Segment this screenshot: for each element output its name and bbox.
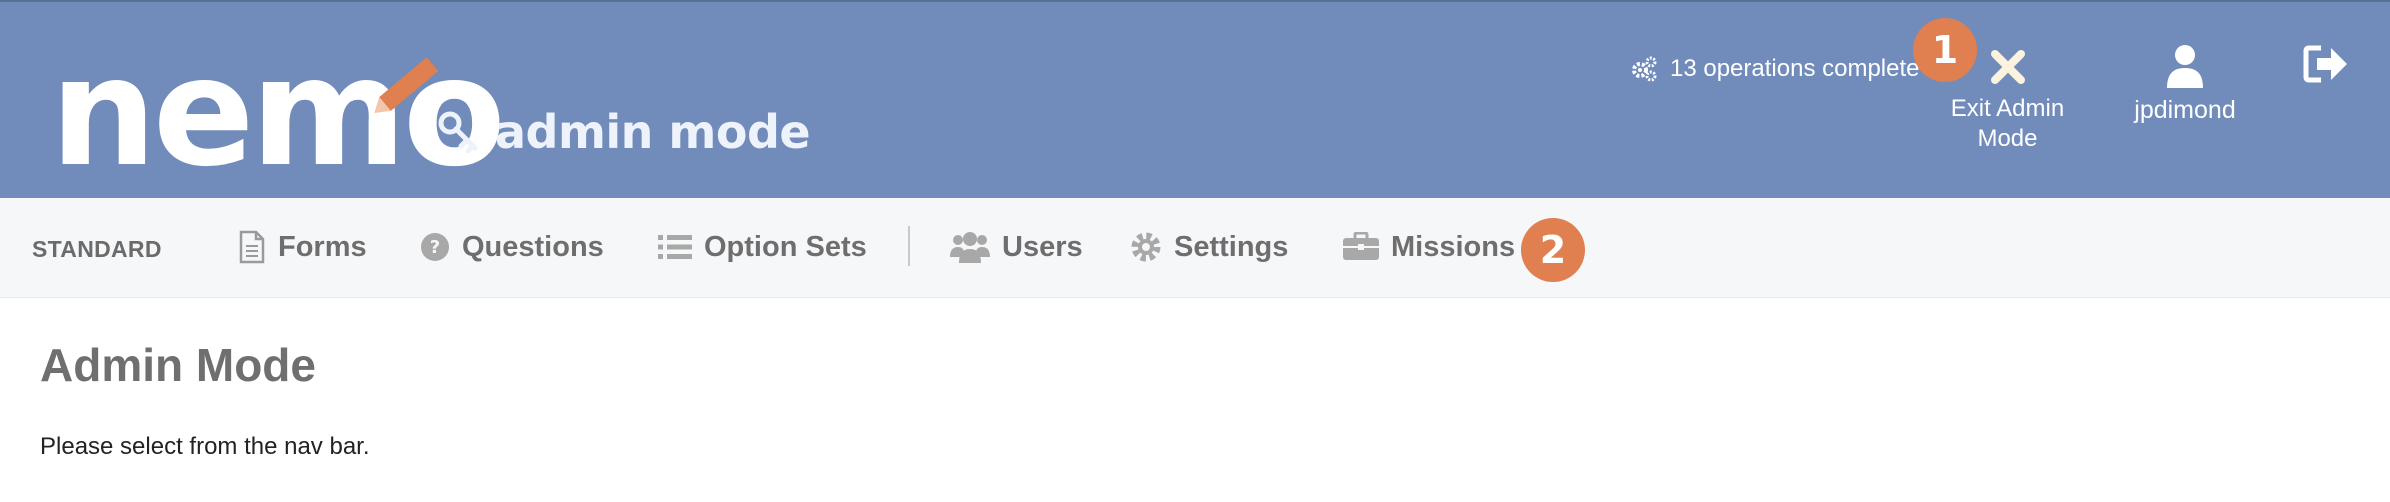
annotation-marker-2: 2 [1521,218,1585,282]
nav-item-users[interactable]: Users [950,224,1083,270]
nav-item-settings[interactable]: Settings [1130,224,1288,270]
main-navbar: STANDARD Forms ? Questions Option Sets U… [0,198,2390,298]
nemo-logo[interactable]: nemo [50,38,506,188]
page-instructions: Please select from the nav bar. [40,433,370,460]
nav-divider [908,226,910,266]
admin-mode-label: admin mode [495,105,811,159]
nav-item-label: Missions [1391,230,1516,263]
page-title: Admin Mode [40,339,316,391]
nav-item-option-sets[interactable]: Option Sets [658,224,867,270]
briefcase-icon [1343,232,1379,260]
exit-admin-label: Exit Admin Mode [1950,95,2065,152]
annotation-marker-1: 1 [1913,18,1977,82]
key-icon [438,111,478,154]
logout-button[interactable] [2303,44,2349,89]
users-icon [950,232,990,263]
nav-item-forms[interactable]: Forms [238,224,367,270]
nav-item-label: Forms [278,230,367,263]
username-label: jpdimond [2134,96,2236,124]
question-circle-icon: ? [421,233,449,261]
gears-icon [1632,56,1657,82]
nav-item-missions[interactable]: Missions [1343,224,1515,270]
gear-icon [1131,232,1161,262]
nav-item-label: Questions [462,230,604,263]
file-icon [239,230,265,264]
nav-section-label: STANDARD [32,236,162,262]
list-icon [658,235,692,259]
close-icon [1990,50,2025,84]
svg-text:?: ? [430,237,440,258]
operations-status[interactable]: 13 operations complete [1630,52,1920,86]
top-header: nemo admin mode 13 operations complete E… [0,0,2390,198]
nav-item-questions[interactable]: ? Questions [420,224,604,270]
admin-mode-indicator: admin mode [437,102,811,162]
sign-out-icon [2303,45,2347,83]
nav-item-label: Users [1002,230,1083,263]
nav-item-label: Option Sets [704,230,867,263]
operations-status-text: 13 operations complete [1670,55,1920,82]
user-menu[interactable]: jpdimond [2120,44,2250,125]
nav-item-label: Settings [1174,230,1289,263]
user-icon [2167,45,2203,88]
